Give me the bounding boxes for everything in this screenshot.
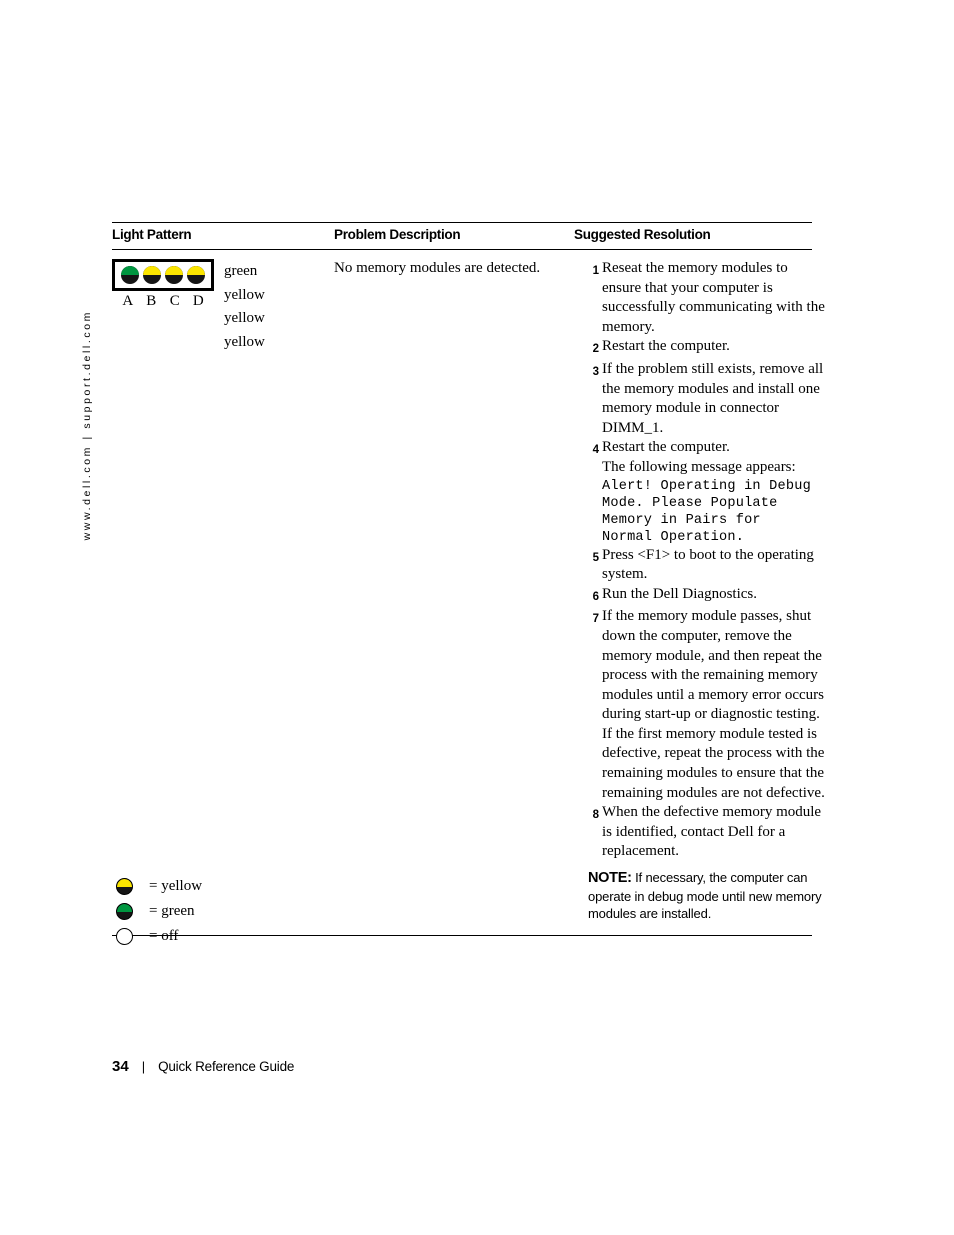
step-subtext: The following message appears: (602, 458, 796, 475)
legend-off-label: = off (149, 928, 179, 944)
footer-page-number: 34 (112, 1058, 129, 1075)
led-labels: A B C D (112, 291, 214, 310)
legend: = yellow = green = off (112, 874, 812, 949)
table-row: A B C D green yellow yellow yellow No me… (112, 250, 825, 935)
legend-green-led-icon (116, 903, 133, 920)
column-header-problem-description: Problem Description (334, 227, 461, 242)
resolution-step-3: 3 If the problem still exists, remove al… (588, 360, 826, 438)
step-text: Restart the computer. (602, 338, 730, 355)
led-color-list: green yellow yellow yellow (224, 259, 265, 354)
resolution-step-1: 1 Reseat the memory modules to ensure th… (588, 259, 826, 337)
led-diagram: A B C D (112, 259, 224, 354)
cell-light-pattern: A B C D green yellow yellow yellow (112, 259, 334, 923)
led-indicator-d (187, 266, 205, 284)
legend-item-off: = off (112, 924, 812, 949)
led-indicator-b (143, 266, 161, 284)
led-label-d: D (192, 293, 204, 309)
diagnostic-lights-table: Light Pattern Problem Description Sugges… (112, 222, 825, 936)
resolution-step-2: 2 Restart the computer. (588, 337, 826, 360)
step-number: 3 (592, 365, 599, 378)
led-box (112, 259, 214, 291)
step-text: If the memory module passes, shut down t… (602, 608, 825, 723)
side-url-text: www.dell.com | support.dell.com (80, 309, 93, 540)
step-number: 4 (592, 444, 599, 457)
step-subtext: If the first memory module tested is def… (602, 725, 825, 801)
step-text: Reseat the memory modules to ensure that… (602, 260, 825, 335)
led-color-a: green (224, 263, 258, 279)
step-text: When the defective memory module is iden… (602, 804, 822, 860)
footer-separator: | (141, 1059, 146, 1074)
step-number: 2 (592, 343, 599, 356)
column-header-light-pattern: Light Pattern (112, 227, 192, 242)
legend-item-yellow: = yellow (112, 874, 812, 899)
side-url-watermark: www.dell.com | support.dell.com (74, 220, 100, 540)
resolution-step-6: 6 Run the Dell Diagnostics. (588, 585, 826, 608)
led-color-d: yellow (224, 333, 265, 350)
step-number: 6 (592, 590, 599, 603)
step-number: 1 (592, 265, 599, 277)
legend-item-green: = green (112, 899, 812, 924)
led-color-c: yellow (224, 310, 265, 326)
led-label-c: C (169, 293, 180, 309)
table-header-row: Light Pattern Problem Description Sugges… (112, 223, 812, 249)
cell-suggested-resolution: 1 Reseat the memory modules to ensure th… (588, 259, 826, 923)
column-header-suggested-resolution: Suggested Resolution (574, 227, 711, 242)
led-label-b: B (146, 293, 157, 309)
legend-yellow-label: = yellow (149, 878, 203, 894)
footer-document-title: Quick Reference Guide (158, 1059, 295, 1074)
resolution-step-8: 8 When the defective memory module is id… (588, 803, 826, 862)
led-indicator-c (165, 266, 183, 284)
step-text: Restart the computer. (602, 439, 730, 456)
step-text: Press <F1> to boot to the operating syst… (602, 546, 814, 583)
step-number: 5 (592, 551, 599, 564)
resolution-step-7: 7 If the memory module passes, shut down… (588, 607, 826, 803)
legend-yellow-led-icon (116, 878, 133, 895)
led-label-a: A (122, 293, 134, 309)
legend-green-label: = green (149, 903, 195, 919)
legend-off-led-icon (116, 928, 133, 945)
step-number: 7 (592, 613, 599, 626)
led-indicator-a (121, 266, 139, 284)
step-text: If the problem still exists, remove all … (602, 360, 824, 436)
cell-problem-description: No memory modules are detected. (334, 260, 541, 276)
led-color-b: yellow (224, 286, 265, 303)
step-number: 8 (592, 809, 599, 822)
alert-message-text: Alert! Operating in Debug Mode. Please P… (602, 478, 811, 545)
step-text: Run the Dell Diagnostics. (602, 585, 757, 602)
resolution-step-5: 5 Press <F1> to boot to the operating sy… (588, 546, 826, 585)
page-footer: 34 | Quick Reference Guide (112, 1058, 294, 1075)
resolution-step-4: 4 Restart the computer. The following me… (588, 438, 826, 545)
